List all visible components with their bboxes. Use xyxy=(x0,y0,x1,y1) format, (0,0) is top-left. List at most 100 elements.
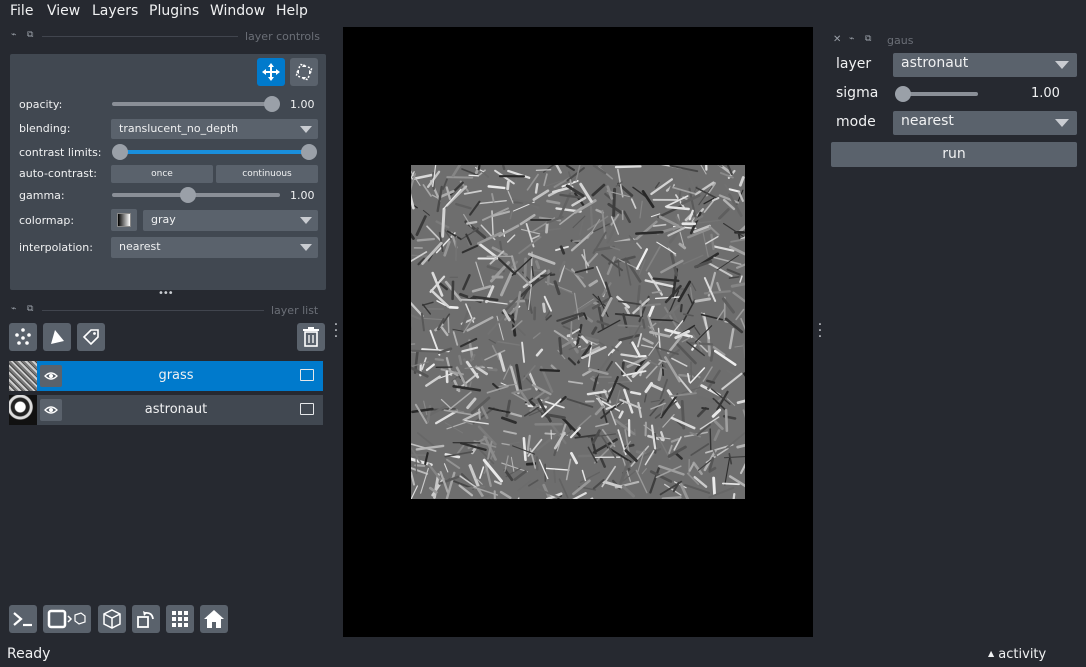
layer-select-value: astronaut xyxy=(901,55,969,71)
trash-icon xyxy=(303,327,319,347)
blending-select[interactable]: translucent_no_depth xyxy=(111,119,318,139)
dock-divider xyxy=(42,36,238,37)
opacity-slider-track[interactable] xyxy=(112,102,272,106)
new-labels-layer-button[interactable] xyxy=(77,323,105,351)
grid-view-button[interactable] xyxy=(166,605,194,633)
chevron-down-icon xyxy=(1055,119,1069,127)
layer-name[interactable]: grass xyxy=(69,368,283,383)
interpolation-select[interactable]: nearest xyxy=(111,237,318,258)
activity-label: activity xyxy=(998,647,1047,662)
blending-label: blending: xyxy=(19,122,71,135)
opacity-value: 1.00 xyxy=(290,98,315,111)
opacity-label: opacity: xyxy=(19,98,63,111)
grass-texture xyxy=(411,165,745,499)
visibility-toggle[interactable] xyxy=(40,365,62,387)
image-layer-icon xyxy=(300,369,314,381)
menu-layers[interactable]: Layers xyxy=(92,3,138,19)
menu-window[interactable]: Window xyxy=(210,3,265,19)
splitter-handle[interactable]: ••• xyxy=(158,288,174,299)
transform-button[interactable] xyxy=(290,58,318,86)
visibility-toggle[interactable] xyxy=(40,399,62,421)
menu-view[interactable]: View xyxy=(47,3,80,19)
mode-select[interactable]: nearest xyxy=(893,111,1077,135)
sigma-value[interactable]: 1.00 xyxy=(1031,86,1060,101)
eye-icon xyxy=(44,406,58,414)
points-icon xyxy=(15,328,31,345)
2d-3d-toggle-icon xyxy=(47,609,86,629)
close-icon[interactable]: ✕ xyxy=(833,34,841,45)
interpolation-value: nearest xyxy=(119,240,161,253)
float-dock-icon[interactable]: ⌁ xyxy=(11,30,16,40)
float-dock-icon[interactable]: ⌁ xyxy=(11,304,16,314)
contrast-limits-label: contrast limits: xyxy=(19,146,102,159)
transpose-button[interactable] xyxy=(132,605,160,633)
gaus-widget-title: gaus xyxy=(887,34,914,47)
layer-thumbnail xyxy=(9,395,37,425)
colormap-select[interactable]: gray xyxy=(143,210,318,231)
layer-row-grass[interactable]: grass xyxy=(9,361,323,391)
image-layer-icon xyxy=(300,403,314,415)
activity-button[interactable]: ▲ activity xyxy=(988,647,1046,662)
auto-contrast-once-button[interactable]: once xyxy=(111,165,213,183)
auto-contrast-label: auto-contrast: xyxy=(19,167,98,180)
contrast-min-handle[interactable] xyxy=(112,144,128,160)
layer-list-title: layer list xyxy=(271,304,319,317)
home-button[interactable] xyxy=(200,605,228,633)
interpolation-label: interpolation: xyxy=(19,241,93,254)
tag-icon xyxy=(82,329,99,346)
layer-select[interactable]: astronaut xyxy=(893,53,1077,77)
layer-name[interactable]: astronaut xyxy=(69,402,283,417)
new-points-layer-button[interactable] xyxy=(9,323,37,351)
float-dock-icon[interactable]: ⌁ xyxy=(849,34,854,44)
rotate-icon xyxy=(137,611,154,628)
delete-layer-button[interactable] xyxy=(297,323,325,351)
eye-icon xyxy=(44,372,58,380)
menu-plugins[interactable]: Plugins xyxy=(149,3,199,19)
auto-contrast-continuous-button[interactable]: continuous xyxy=(216,165,318,183)
colormap-value: gray xyxy=(151,213,176,226)
chevron-down-icon xyxy=(300,126,312,133)
grass-image-layer xyxy=(411,165,745,499)
layer-label: layer xyxy=(836,56,872,72)
layer-controls-panel: opacity: 1.00 blending: translucent_no_d… xyxy=(10,54,326,290)
chevron-down-icon xyxy=(300,244,312,251)
layer-thumbnail xyxy=(9,361,37,391)
status-text: Ready xyxy=(7,646,51,662)
run-button[interactable]: run xyxy=(831,142,1077,167)
pan-zoom-button[interactable] xyxy=(257,58,285,86)
gamma-slider-handle[interactable] xyxy=(179,187,196,203)
grid-icon xyxy=(172,611,188,627)
chevron-down-icon xyxy=(300,217,312,224)
layer-controls-title: layer controls xyxy=(245,30,320,43)
undock-icon[interactable]: ⧉ xyxy=(27,30,33,40)
colormap-label: colormap: xyxy=(19,214,75,227)
layer-row-astronaut[interactable]: astronaut xyxy=(9,395,323,425)
terminal-icon xyxy=(13,612,32,627)
sigma-slider-handle[interactable] xyxy=(895,86,912,102)
vertical-splitter-icon[interactable]: · · · xyxy=(333,318,339,344)
new-shapes-layer-button[interactable] xyxy=(43,323,71,351)
home-icon xyxy=(204,610,224,628)
contrast-limits-range[interactable] xyxy=(120,150,310,154)
menu-bar: File View Layers Plugins Window Help xyxy=(0,0,1086,24)
menu-file[interactable]: File xyxy=(10,3,33,19)
undock-icon[interactable]: ⧉ xyxy=(27,304,33,314)
dock-divider xyxy=(42,310,264,311)
contrast-max-handle[interactable] xyxy=(301,144,317,160)
roll-dimensions-button[interactable] xyxy=(98,605,126,633)
menu-help[interactable]: Help xyxy=(276,3,308,19)
undock-icon[interactable]: ⧉ xyxy=(865,34,871,44)
colormap-gradient-icon xyxy=(117,213,131,227)
gamma-slider-track[interactable] xyxy=(112,193,280,197)
ndisplay-toggle-button[interactable] xyxy=(43,605,91,633)
shapes-icon xyxy=(51,330,64,344)
console-button[interactable] xyxy=(9,605,37,633)
vertical-splitter-icon[interactable]: · · · xyxy=(817,318,823,344)
gamma-label: gamma: xyxy=(19,189,65,202)
blending-value: translucent_no_depth xyxy=(119,122,239,135)
opacity-slider-handle[interactable] xyxy=(264,96,280,112)
colormap-preview xyxy=(111,209,137,231)
gamma-value: 1.00 xyxy=(290,189,315,202)
caret-up-icon: ▲ xyxy=(988,649,995,658)
chevron-down-icon xyxy=(1055,61,1069,69)
